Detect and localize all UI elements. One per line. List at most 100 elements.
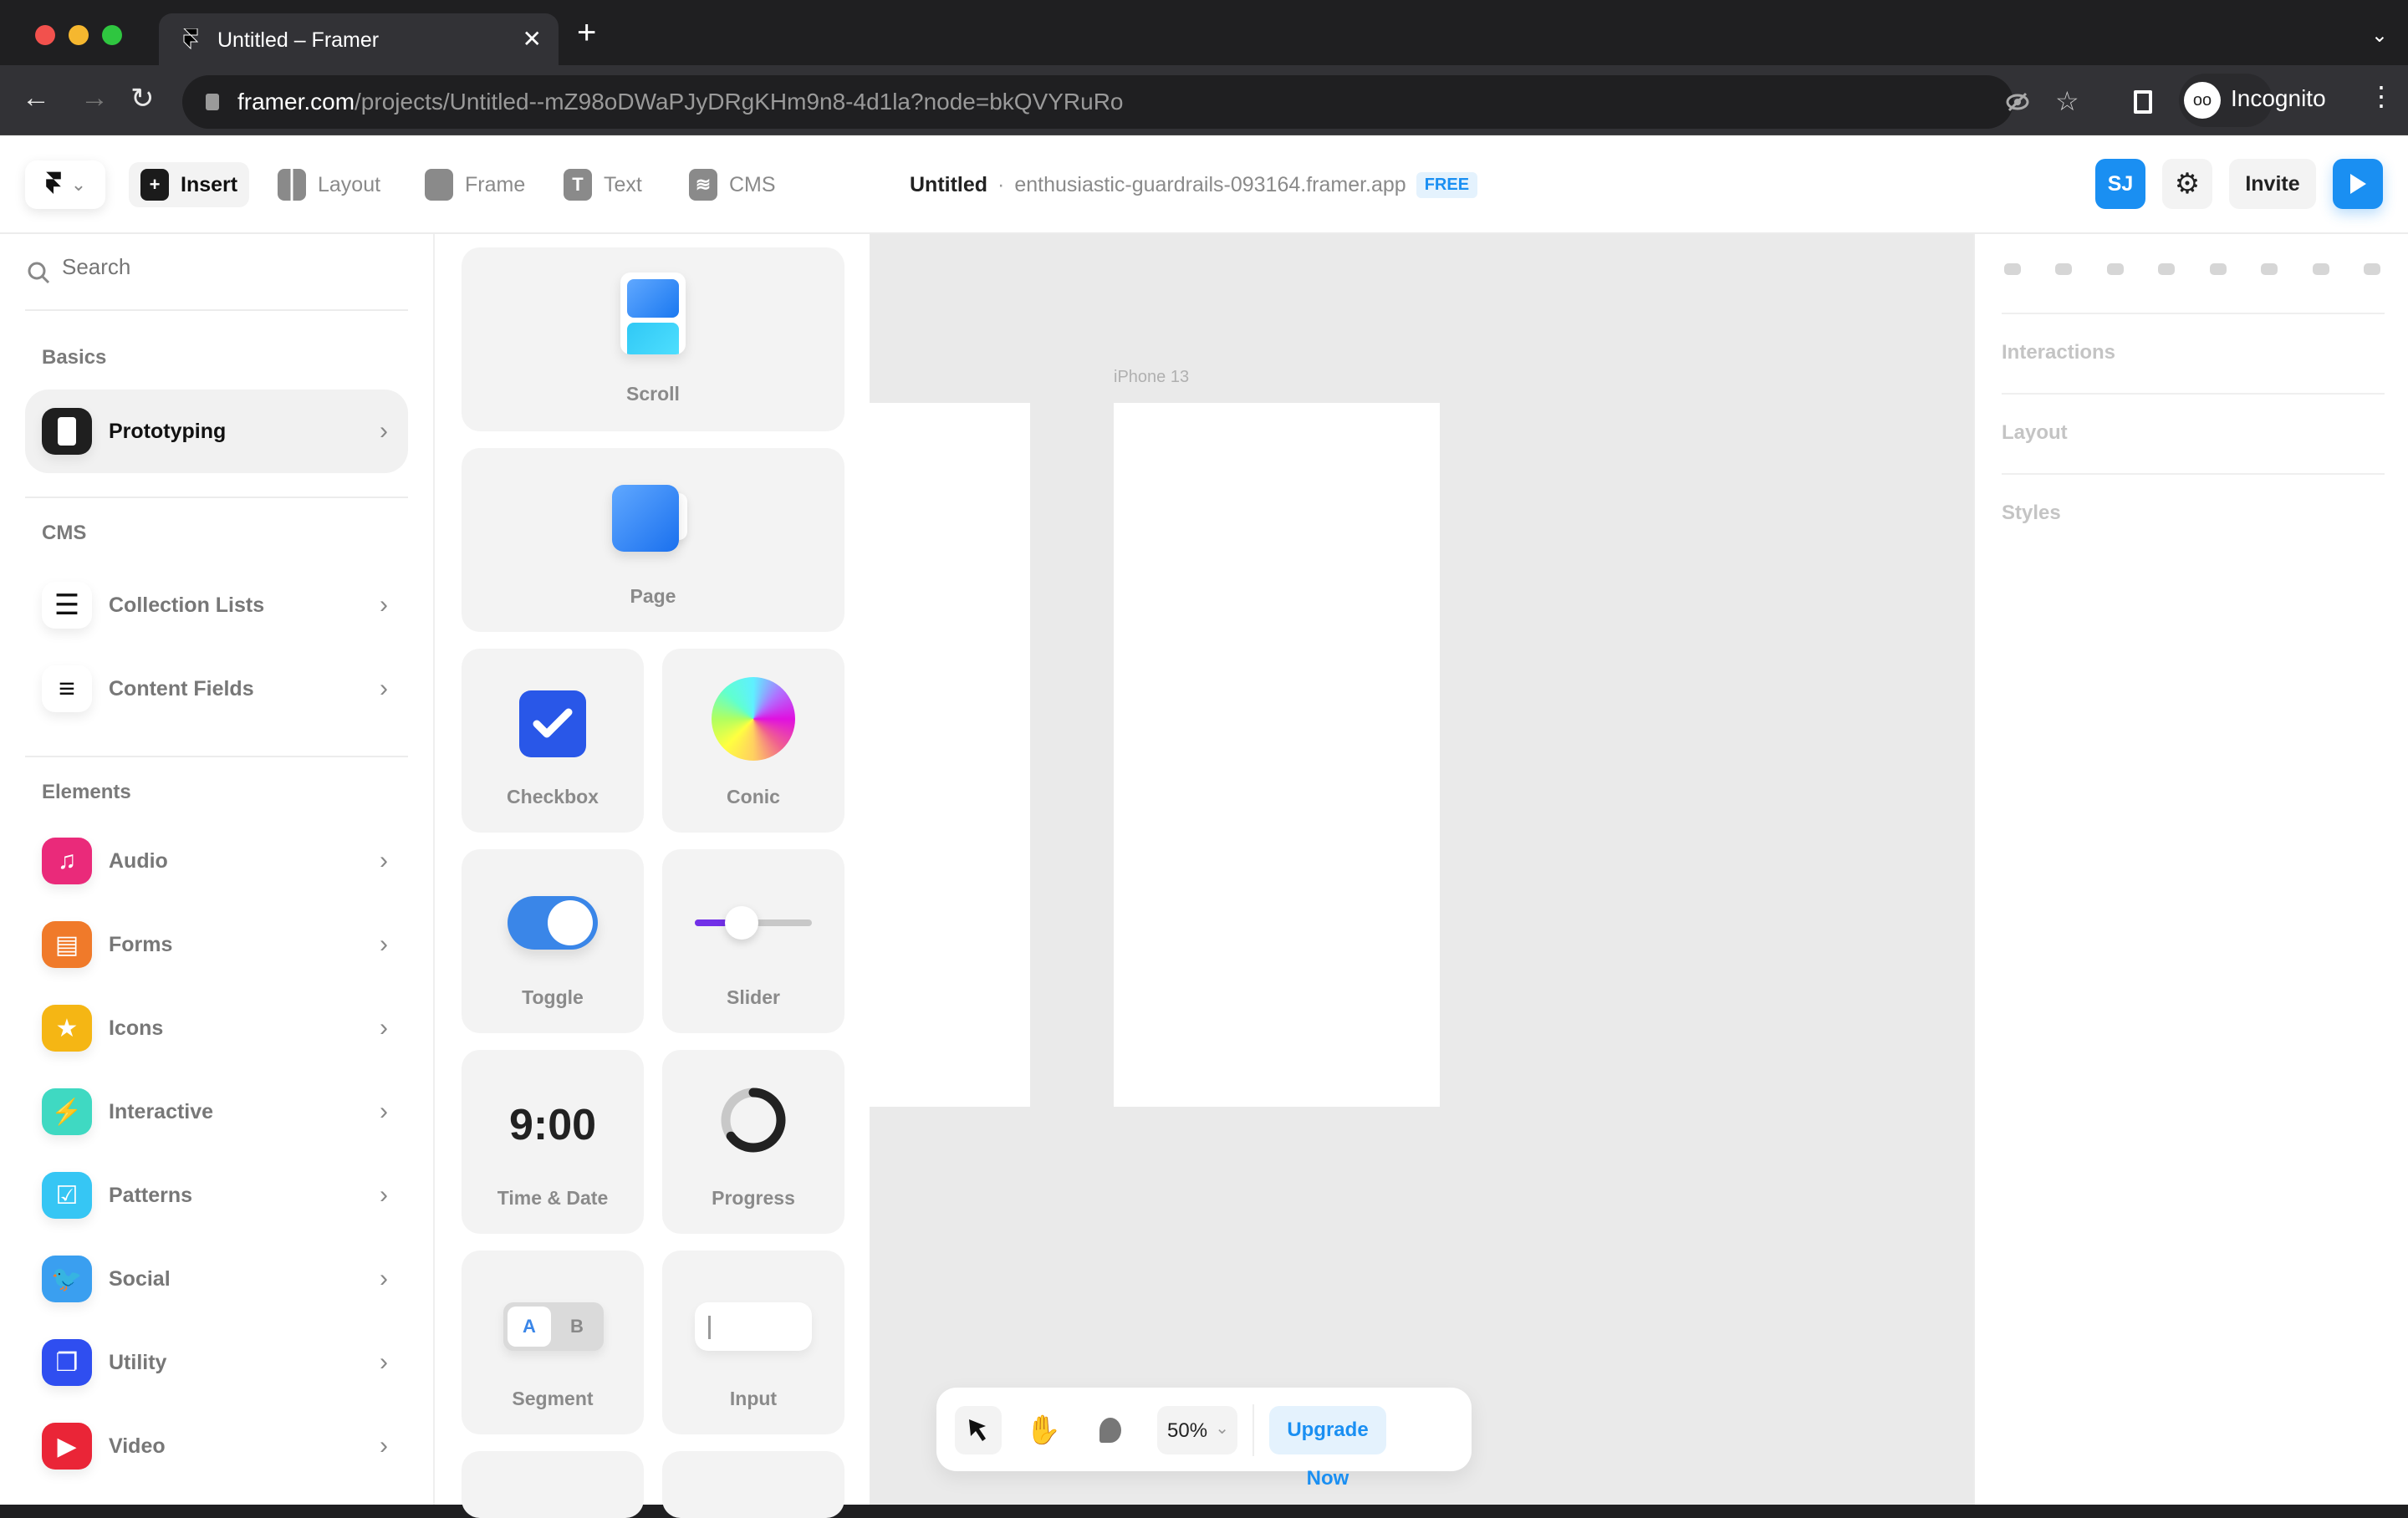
chevron-right-icon: ›	[380, 591, 388, 619]
framer-logo-icon	[45, 171, 61, 194]
sidebar-item-content-fields[interactable]: ≡ Content Fields ›	[25, 647, 408, 731]
play-icon	[2350, 174, 2366, 194]
card-conic[interactable]: Conic	[662, 649, 844, 833]
search-icon	[28, 262, 50, 284]
sidebar-item-label: Forms	[109, 932, 173, 956]
browser-tab[interactable]: Untitled – Framer ✕	[159, 13, 559, 65]
lock-icon	[206, 94, 219, 110]
sidebar-item-social[interactable]: 🐦 Social ›	[25, 1237, 408, 1321]
card-segment[interactable]: A B Segment	[462, 1251, 644, 1434]
sidebar-item-collection-lists[interactable]: ☰ Collection Lists ›	[25, 563, 408, 647]
forward-icon[interactable]: →	[80, 82, 109, 115]
design-canvas[interactable]: iPhone 13	[870, 234, 1973, 1505]
window-maximize-button[interactable]	[102, 25, 122, 45]
frame-left[interactable]	[870, 403, 1030, 1107]
card-checkbox[interactable]: Checkbox	[462, 649, 644, 833]
sidebar-item-patterns[interactable]: ☑ Patterns ›	[25, 1154, 408, 1237]
chevron-down-icon: ⌄	[70, 174, 87, 195]
align-middle-v-icon[interactable]	[2206, 256, 2231, 283]
invite-button[interactable]: Invite	[2229, 159, 2316, 209]
more-icon[interactable]: ⋮	[2368, 80, 2395, 112]
align-center-h-icon[interactable]	[2051, 256, 2076, 283]
database-icon: ≋	[689, 169, 717, 201]
frame-button[interactable]: Frame	[413, 162, 537, 207]
text-button[interactable]: T Text	[552, 162, 654, 207]
frame-label[interactable]: iPhone 13	[1114, 368, 1189, 387]
card-page[interactable]: Page	[462, 448, 844, 632]
window-close-button[interactable]	[35, 25, 55, 45]
sidebar-icon[interactable]	[2134, 90, 2152, 114]
chevron-down-icon[interactable]: ⌄	[2371, 23, 2388, 48]
search-field[interactable]	[23, 247, 408, 294]
eye-off-icon[interactable]	[2005, 90, 2030, 114]
sidebar-item-label: Icons	[109, 1016, 164, 1040]
sidebar-item-interactive[interactable]: ⚡ Interactive ›	[25, 1070, 408, 1154]
card-input[interactable]: Input	[662, 1251, 844, 1434]
section-styles[interactable]: Styles	[2002, 502, 2061, 525]
card-label: Slider	[727, 986, 780, 1008]
close-icon[interactable]: ✕	[523, 25, 542, 53]
distribute-h-icon[interactable]	[2309, 256, 2334, 283]
back-icon[interactable]: ←	[22, 82, 50, 115]
insert-button[interactable]: + Insert	[129, 162, 250, 207]
settings-button[interactable]: ⚙	[2162, 159, 2212, 209]
reload-icon[interactable]: ↻	[130, 82, 155, 115]
card-progress[interactable]: Progress	[662, 1050, 844, 1234]
music-icon: ♫	[42, 838, 92, 884]
avatar[interactable]: SJ	[2095, 159, 2145, 209]
card-scroll[interactable]: Scroll	[462, 247, 844, 431]
properties-panel: Interactions Layout Styles	[1973, 234, 2408, 1505]
card-label: Progress	[712, 1187, 795, 1209]
sidebar-item-icons[interactable]: ★ Icons ›	[25, 986, 408, 1070]
divider	[2002, 473, 2385, 475]
section-layout[interactable]: Layout	[2002, 421, 2068, 445]
zoom-select[interactable]: 50% ⌄	[1157, 1406, 1237, 1454]
sidebar-item-audio[interactable]: ♫ Audio ›	[25, 819, 408, 903]
comment-tool-button[interactable]	[1087, 1406, 1134, 1454]
section-interactions[interactable]: Interactions	[2002, 341, 2115, 364]
card-slider[interactable]: Slider	[662, 849, 844, 1033]
input-preview-icon	[695, 1302, 812, 1351]
card-label: Conic	[727, 786, 780, 807]
zoom-value: 50%	[1167, 1419, 1208, 1442]
project-domain: enthusiastic-guardrails-093164.framer.ap…	[1014, 173, 1406, 196]
align-bottom-icon[interactable]	[2257, 256, 2282, 283]
sidebar-item-utility[interactable]: ❐ Utility ›	[25, 1321, 408, 1404]
time-preview: 9:00	[508, 1101, 597, 1149]
insert-panel: Scroll Page Checkbox Conic Toggle Slider…	[436, 234, 870, 1518]
framer-menu-button[interactable]: ⌄	[25, 160, 105, 209]
chevron-right-icon: ›	[380, 1265, 388, 1292]
distribute-v-icon[interactable]	[2360, 256, 2385, 283]
align-left-icon[interactable]	[2000, 256, 2025, 283]
cms-button[interactable]: ≋ CMS	[677, 162, 788, 207]
align-right-icon[interactable]	[2103, 256, 2128, 283]
chevron-right-icon: ›	[380, 1014, 388, 1042]
card-label: Checkbox	[507, 786, 599, 807]
sidebar-item-video[interactable]: ▶ Video ›	[25, 1404, 408, 1488]
search-input[interactable]	[62, 254, 380, 280]
chevron-right-icon: ›	[380, 1348, 388, 1376]
plus-icon[interactable]: +	[577, 16, 596, 49]
card-toggle[interactable]: Toggle	[462, 849, 644, 1033]
address-bar[interactable]: framer.com/projects/Untitled--mZ98oDWaPJ…	[182, 75, 2079, 129]
window-minimize-button[interactable]	[69, 25, 89, 45]
star-icon[interactable]: ☆	[2055, 85, 2079, 117]
scroll-preview-icon	[620, 273, 686, 354]
form-icon: ▤	[42, 921, 92, 968]
browser-tab-strip: Untitled – Framer ✕ + ⌄	[0, 0, 2408, 65]
card-partial[interactable]	[462, 1451, 644, 1518]
card-time-date[interactable]: 9:00 Time & Date	[462, 1050, 644, 1234]
preview-button[interactable]	[2333, 159, 2383, 209]
layout-button[interactable]: Layout	[266, 162, 392, 207]
project-title[interactable]: Untitled · enthusiastic-guardrails-09316…	[910, 172, 1478, 198]
card-partial[interactable]	[662, 1451, 844, 1518]
upgrade-button[interactable]: Upgrade Now	[1269, 1406, 1386, 1490]
hand-tool-button[interactable]: ✋	[1020, 1406, 1067, 1454]
sidebar-item-forms[interactable]: ▤ Forms ›	[25, 903, 408, 986]
text-label: Text	[604, 172, 642, 196]
align-top-icon[interactable]	[2154, 256, 2179, 283]
sidebar-item-prototyping[interactable]: Prototyping ›	[25, 390, 408, 473]
play-icon: ▶	[42, 1423, 92, 1470]
select-tool-button[interactable]	[955, 1406, 1002, 1454]
iphone-frame[interactable]	[1114, 403, 1440, 1107]
